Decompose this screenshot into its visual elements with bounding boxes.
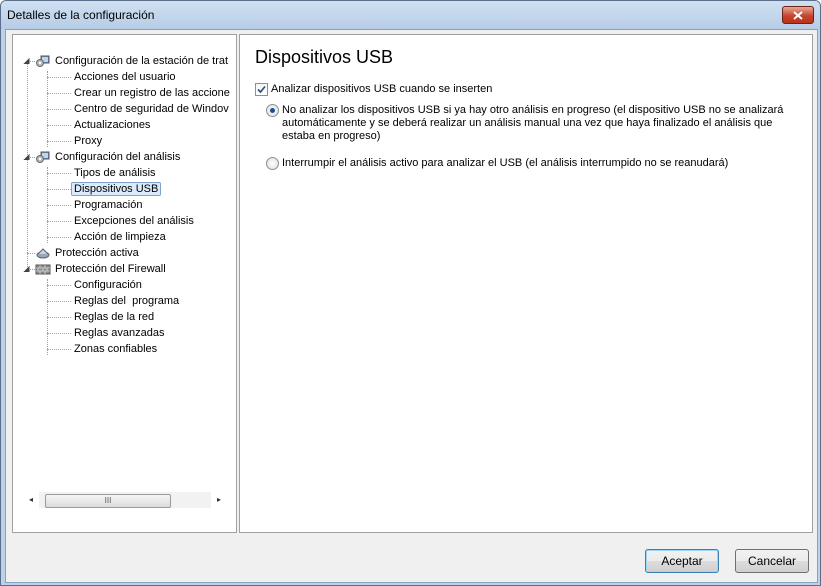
scroll-right-icon[interactable]: ▸ xyxy=(211,492,227,508)
dialog-body: ◢ Configuración de la estación de trat A… xyxy=(5,29,818,583)
tree-item-proxy[interactable]: Proxy xyxy=(74,133,102,149)
radio-skip-if-scanning-label[interactable]: No analizar los dispositivos USB si ya h… xyxy=(282,104,792,143)
radio-interrupt-scan-label[interactable]: Interrumpir el análisis activo para anal… xyxy=(282,157,792,170)
checkmark-icon xyxy=(257,85,266,94)
close-icon xyxy=(793,10,803,20)
tree-item-label: Proxy xyxy=(74,135,103,147)
tree-group-label: Configuración del análisis xyxy=(55,151,181,163)
scan-usb-checkbox[interactable] xyxy=(255,83,268,96)
tree-branch xyxy=(47,285,71,287)
scan-usb-label: Analizar dispositivos USB cuando se inse… xyxy=(271,83,493,95)
window-title: Detalles de la configuración xyxy=(7,8,155,22)
tree-item-label: Excepciones del análisis xyxy=(74,215,194,227)
close-button[interactable] xyxy=(782,6,814,24)
active-protection-icon xyxy=(36,248,50,259)
tree-branch xyxy=(47,125,71,127)
tree-branch xyxy=(47,189,71,191)
collapse-toggle-icon[interactable]: ◢ xyxy=(22,152,31,161)
tree-item-label: Tipos de análisis xyxy=(74,167,156,179)
settings-dialog: Detalles de la configuración ◢ Configura… xyxy=(0,0,821,586)
tree-branch xyxy=(47,109,71,111)
tree-branch xyxy=(47,301,71,303)
accept-button[interactable]: Aceptar xyxy=(645,549,719,573)
tree-item-cleanup-action[interactable]: Acción de limpieza xyxy=(74,229,166,245)
tree-item-label: Reglas avanzadas xyxy=(74,327,165,339)
title-bar[interactable]: Detalles de la configuración xyxy=(1,1,820,29)
tree-item-action-log[interactable]: Crear un registro de las accione xyxy=(74,85,230,101)
tree-branch xyxy=(27,253,35,255)
tree-group-active-protection[interactable]: Protección activa xyxy=(55,245,139,261)
firewall-icon xyxy=(35,264,51,275)
radio-interrupt-scan[interactable] xyxy=(266,157,279,170)
tree-item-firewall-config[interactable]: Configuración xyxy=(74,277,142,293)
tree-item-advanced-rules[interactable]: Reglas avanzadas xyxy=(74,325,165,341)
tree-group-label: Protección activa xyxy=(55,247,139,259)
tree-item-label: Acción de limpieza xyxy=(74,231,166,243)
tree-item-label: Programación xyxy=(74,199,143,211)
tree-item-scan-exceptions[interactable]: Excepciones del análisis xyxy=(74,213,194,229)
tree-item-label: Centro de seguridad de Windov xyxy=(74,103,229,115)
tree-item-label: Acciones del usuario xyxy=(74,71,176,83)
tree-item-program-rules[interactable]: Reglas del programa xyxy=(74,293,179,309)
tree-branch xyxy=(47,333,71,335)
cancel-button[interactable]: Cancelar xyxy=(735,549,809,573)
radio-skip-if-scanning[interactable] xyxy=(266,104,279,117)
tree-branch xyxy=(47,205,71,207)
tree-group-label: Configuración de la estación de trat xyxy=(55,55,229,67)
content-panel: Dispositivos USB Analizar dispositivos U… xyxy=(239,34,813,533)
tree-item-user-actions[interactable]: Acciones del usuario xyxy=(74,69,176,85)
tree-item-scan-types[interactable]: Tipos de análisis xyxy=(74,165,156,181)
tree-branch xyxy=(47,349,71,351)
collapse-toggle-icon[interactable]: ◢ xyxy=(22,56,31,65)
tree-item-schedule[interactable]: Programación xyxy=(74,197,142,213)
scrollbar-thumb[interactable]: III xyxy=(45,494,171,508)
tree-group-scan[interactable]: Configuración del análisis xyxy=(55,149,180,165)
tree-item-label: Configuración xyxy=(74,279,142,291)
tree-branch xyxy=(47,237,71,239)
tree-branch xyxy=(47,173,71,175)
tree-item-label: Reglas del programa xyxy=(74,295,180,307)
tree-item-usb-devices[interactable]: Dispositivos USB xyxy=(71,181,162,197)
scroll-left-icon[interactable]: ◂ xyxy=(23,492,39,508)
tree-group-firewall[interactable]: Protección del Firewall xyxy=(55,261,166,277)
tree-group-label: Protección del Firewall xyxy=(55,263,166,275)
tree-branch xyxy=(47,93,71,95)
tree-branch xyxy=(47,77,71,79)
tree-item-label: Reglas de la red xyxy=(74,311,155,323)
collapse-toggle-icon[interactable]: ◢ xyxy=(22,264,31,273)
tree-item-label: Zonas confiables xyxy=(74,343,158,355)
tree-branch xyxy=(47,221,71,223)
scan-config-icon xyxy=(36,151,50,163)
tree-item-network-rules[interactable]: Reglas de la red xyxy=(74,309,154,325)
workstation-config-icon xyxy=(36,55,50,67)
tree-branch xyxy=(47,317,71,319)
tree-item-label: Crear un registro de las accione xyxy=(74,87,230,99)
scrollbar-grip-icon: III xyxy=(104,496,112,505)
page-title: Dispositivos USB xyxy=(255,47,394,67)
tree-item-label: Dispositivos USB xyxy=(71,182,162,196)
settings-tree[interactable]: ◢ Configuración de la estación de trat A… xyxy=(12,34,237,533)
tree-branch xyxy=(47,141,71,143)
tree-group-workstation[interactable]: Configuración de la estación de trat xyxy=(55,53,228,69)
tree-item-trusted-zones[interactable]: Zonas confiables xyxy=(74,341,157,357)
tree-horizontal-scrollbar[interactable]: ◂ III ▸ xyxy=(23,492,227,508)
tree-item-label: Actualizaciones xyxy=(74,119,151,131)
tree-item-updates[interactable]: Actualizaciones xyxy=(74,117,150,133)
tree-item-windows-security-center[interactable]: Centro de seguridad de Windov xyxy=(74,101,229,117)
tree-guide-line xyxy=(27,61,29,269)
